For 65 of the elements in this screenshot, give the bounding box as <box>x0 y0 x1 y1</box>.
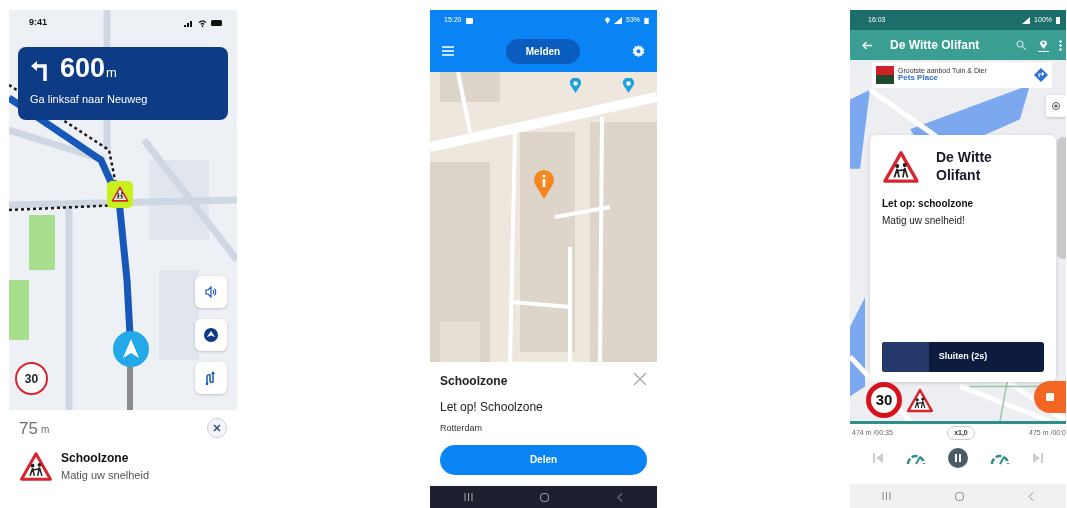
close-button[interactable] <box>207 418 227 438</box>
locate-icon <box>1051 101 1061 111</box>
alert-title: Schoolzone <box>61 450 130 467</box>
signal-icon <box>184 19 194 27</box>
dialog-title: De Witte Olifant <box>936 149 993 184</box>
school-zone-warning-icon <box>19 450 53 482</box>
signal-icon <box>1022 16 1031 24</box>
sheet-title: Schoolzone <box>440 373 508 390</box>
recent-apps-icon[interactable] <box>882 492 891 500</box>
ad-advertiser: Pets Place <box>898 74 940 84</box>
directions-icon[interactable] <box>1034 68 1048 82</box>
wifi-icon <box>198 19 207 27</box>
route-button[interactable] <box>195 362 227 394</box>
locate-button[interactable] <box>1046 95 1066 117</box>
back-icon[interactable] <box>1028 491 1034 501</box>
report-button[interactable]: Melden <box>505 38 581 64</box>
map-pin-icon[interactable] <box>1038 38 1049 52</box>
school-zone-warning-icon <box>882 149 920 184</box>
info-pin-icon[interactable] <box>534 170 554 199</box>
alert-subtitle: Matig uw snelheid <box>61 468 150 483</box>
location-icon <box>605 16 610 24</box>
back-icon[interactable] <box>617 492 624 502</box>
dialog-subtitle: Matig uw snelheid! <box>882 214 966 228</box>
close-icon[interactable] <box>633 372 647 386</box>
share-button[interactable]: Delen <box>440 444 647 475</box>
map-pin-icon[interactable] <box>570 78 581 93</box>
school-zone-marker-icon <box>107 181 133 208</box>
stop-button[interactable] <box>1034 381 1066 413</box>
home-icon[interactable] <box>955 491 964 501</box>
instruction-text: Ga linksaf naar Neuweg <box>30 92 149 107</box>
home-icon[interactable] <box>540 492 550 502</box>
more-icon[interactable] <box>1059 39 1062 51</box>
pause-icon[interactable] <box>947 448 968 468</box>
map-pin-icon[interactable] <box>623 78 634 93</box>
search-icon[interactable] <box>1016 40 1026 50</box>
stop-icon <box>1046 393 1054 401</box>
sound-button[interactable] <box>195 276 227 308</box>
settings-icon[interactable] <box>632 44 645 58</box>
calendar-icon <box>465 16 473 24</box>
alert-distance: 75 <box>19 419 38 437</box>
skip-forward-icon[interactable] <box>1032 453 1043 463</box>
battery-icon <box>644 16 649 24</box>
turn-distance: 600 <box>60 55 106 82</box>
orientation-button[interactable] <box>195 319 227 351</box>
sheet-message: Let op! Schoolzone <box>440 399 544 416</box>
alert-distance-unit: m <box>40 422 50 437</box>
speaker-icon <box>205 286 217 298</box>
skip-back-icon[interactable] <box>873 453 884 463</box>
close-icon <box>212 423 222 433</box>
close-countdown-button[interactable]: Sluiten (2s) <box>882 342 1044 372</box>
status-time: 9:41 <box>29 16 47 30</box>
screen-title: De Witte Olifant <box>890 37 981 54</box>
sheet-location: Rotterdam <box>440 422 484 435</box>
distance-unit: m <box>106 63 117 82</box>
battery-icon <box>1056 16 1060 24</box>
dialog-message: Let op: schoolzone <box>882 197 975 211</box>
battery-icon <box>211 20 223 26</box>
menu-icon[interactable] <box>442 46 454 56</box>
route-icon <box>205 371 217 385</box>
signal-icon <box>614 16 622 24</box>
recent-apps-icon[interactable] <box>463 493 473 501</box>
back-arrow-icon[interactable] <box>862 40 872 50</box>
ad-logo-icon <box>876 66 894 84</box>
school-zone-warning-icon <box>906 387 934 413</box>
scroll-handle[interactable] <box>1057 137 1066 259</box>
